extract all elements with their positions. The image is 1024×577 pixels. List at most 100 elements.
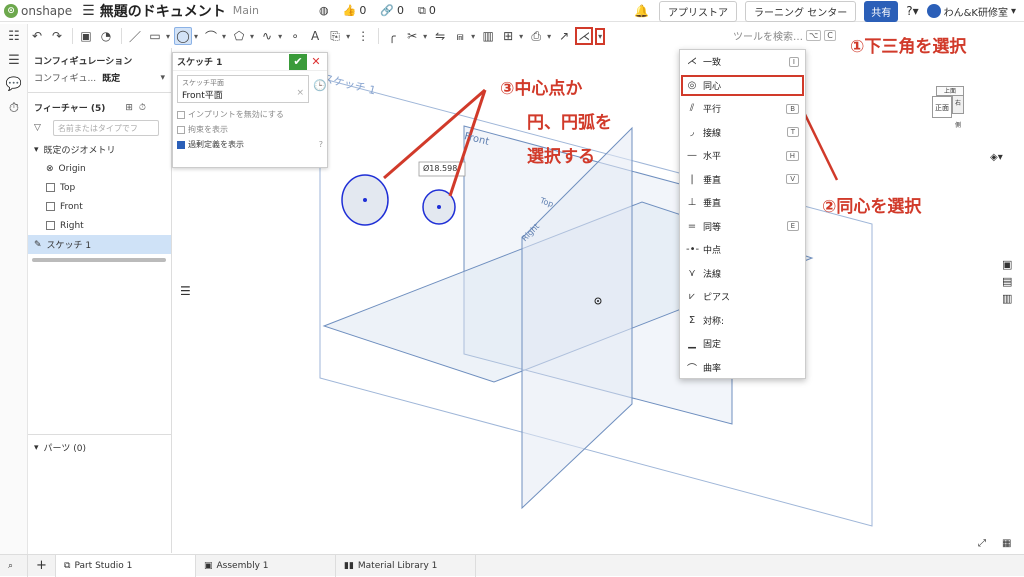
menu-item-horizontal[interactable]: — 水平 H xyxy=(680,144,805,168)
menu-icon[interactable]: ☰ xyxy=(82,3,95,19)
chevron-down-icon[interactable]: ▾ xyxy=(194,32,198,41)
feature-list-toggle-icon[interactable]: ☰ xyxy=(180,284,191,298)
disable-imprint-checkbox[interactable]: インプリントを無効にする xyxy=(173,107,327,122)
comment-icon[interactable]: 💬 xyxy=(0,72,28,96)
fillet-tool-icon[interactable]: ╭ xyxy=(383,27,401,45)
add-folder-icon[interactable]: ⊞ xyxy=(125,103,133,113)
document-title[interactable]: 無題のドキュメント xyxy=(100,1,226,21)
scrollbar[interactable] xyxy=(32,258,166,262)
chevron-down-icon[interactable]: ▾ xyxy=(278,32,282,41)
view-mode-icon[interactable]: ▦ xyxy=(1002,538,1011,549)
globe-icon[interactable]: ◍ xyxy=(319,4,329,17)
menu-item-perpendicular[interactable]: ⊥ 垂直 xyxy=(680,191,805,215)
chevron-down-icon[interactable]: ▾ xyxy=(250,32,254,41)
menu-item-midpoint[interactable]: -•- 中点 xyxy=(680,238,805,262)
clear-icon[interactable]: × xyxy=(296,88,304,98)
show-overdefined-checkbox[interactable]: 過剰定義を表示? xyxy=(173,137,327,152)
chevron-down-icon[interactable]: ▾ xyxy=(166,32,170,41)
circle-center-point[interactable] xyxy=(363,198,367,202)
paste-tool-icon[interactable]: ◔ xyxy=(97,27,115,45)
tree-item-top[interactable]: Top xyxy=(28,178,171,197)
construction-tool-icon[interactable]: ⎘ xyxy=(326,27,344,45)
sketch-plane-field[interactable]: スケッチ平面 Front平面 × xyxy=(177,75,309,103)
view-cube[interactable]: 正面 右側 上面 xyxy=(924,82,974,132)
polygon-tool-icon[interactable]: ⬠ xyxy=(230,27,248,45)
point-tool-icon[interactable]: ∘ xyxy=(286,27,304,45)
close-icon[interactable]: ✕ xyxy=(309,55,323,68)
onshape-logo[interactable]: ⊙ onshape xyxy=(4,3,72,18)
menu-item-normal[interactable]: ⋎ 法線 xyxy=(680,262,805,286)
tab-material-library[interactable]: ▮▮ Material Library 1 xyxy=(336,554,476,577)
help-icon[interactable]: ?▾ xyxy=(906,4,918,18)
tree-item-front[interactable]: Front xyxy=(28,197,171,216)
text-tool-icon[interactable]: A xyxy=(306,27,324,45)
configuration-select[interactable]: 既定 xyxy=(102,71,120,84)
zoom-fit-icon[interactable]: ⤢ xyxy=(978,538,986,549)
constraint-tool-icon[interactable]: ⋌ xyxy=(575,27,594,45)
chevron-down-icon[interactable]: ▾ xyxy=(34,145,39,155)
tree-item-origin[interactable]: ⊗ Origin xyxy=(28,159,171,178)
rollback-icon[interactable]: ⏱ xyxy=(139,103,146,113)
chevron-down-icon[interactable]: ▾ xyxy=(471,32,475,41)
menu-item-fix[interactable]: ▁ 固定 xyxy=(680,332,805,356)
chevron-down-icon[interactable]: ▾ xyxy=(346,32,350,41)
tab-assembly[interactable]: ▣ Assembly 1 xyxy=(196,554,336,577)
feature-list-icon[interactable]: ☷ xyxy=(0,24,28,48)
chevron-down-icon[interactable]: ▾ xyxy=(519,32,523,41)
tree-item-right[interactable]: Right xyxy=(28,216,171,235)
redo-icon[interactable]: ↷ xyxy=(48,27,66,45)
view-cube-front[interactable]: 正面 xyxy=(932,96,952,118)
menu-item-pierce[interactable]: ⩗ ピアス xyxy=(680,285,805,309)
view-cube-top[interactable]: 上面 xyxy=(936,86,964,96)
pattern-tool-icon[interactable]: ▥ xyxy=(479,27,497,45)
line-tool-icon[interactable]: ／ xyxy=(126,27,144,45)
tool-search[interactable]: ツールを検索… ⌥ C xyxy=(733,28,836,43)
search-tabs-icon[interactable]: ⌕ xyxy=(0,554,28,577)
circle-tool-icon[interactable]: ◯ xyxy=(174,27,193,45)
history-icon[interactable]: ⏱ xyxy=(0,96,28,120)
parts-list-icon[interactable]: ☰ xyxy=(0,48,28,72)
filter-icon[interactable]: ▽ xyxy=(34,123,41,133)
copies-count[interactable]: ⧉ 0 xyxy=(418,4,436,18)
help-icon[interactable]: ? xyxy=(319,140,323,149)
feature-search-input[interactable]: 名前またはタイプでフ xyxy=(52,120,159,136)
menu-item-curvature[interactable]: ⌒ 曲率 xyxy=(680,356,805,380)
section-view-icon[interactable]: ▤ xyxy=(1002,275,1020,288)
spline-tool-icon[interactable]: ∿ xyxy=(258,27,276,45)
clock-icon[interactable]: 🕒 xyxy=(313,79,327,92)
view-options-icon[interactable]: ◈▾ xyxy=(990,152,1003,163)
menu-item-coincident[interactable]: ⋌ 一致 I xyxy=(680,50,805,74)
menu-item-tangent[interactable]: ◞ 接線 T xyxy=(680,121,805,145)
chevron-down-icon[interactable]: ▾ xyxy=(34,443,39,453)
dxf-import-icon[interactable]: ⎙ xyxy=(527,27,545,45)
chevron-down-icon[interactable]: ▾ xyxy=(547,32,551,41)
show-constraints-checkbox[interactable]: 拘束を表示 xyxy=(173,122,327,137)
offset-tool-icon[interactable]: ⇋ xyxy=(431,27,449,45)
learning-center-button[interactable]: ラーニング センター xyxy=(745,0,857,22)
circle-center-point[interactable] xyxy=(437,205,441,209)
display-cube-icon[interactable]: ▣ xyxy=(1002,258,1020,271)
undo-icon[interactable]: ↶ xyxy=(28,27,46,45)
chevron-down-icon[interactable]: ▾ xyxy=(222,32,226,41)
menu-item-concentric[interactable]: ◎ 同心 xyxy=(680,74,805,98)
copy-tool-icon[interactable]: ▣ xyxy=(77,27,95,45)
menu-item-symmetric[interactable]: Σ 対称: xyxy=(680,309,805,333)
menu-item-parallel[interactable]: ⫽ 平行 B xyxy=(680,97,805,121)
dimension-tool-icon[interactable]: ↗ xyxy=(555,27,573,45)
midpoint-line-icon[interactable]: ⋮ xyxy=(354,27,372,45)
menu-item-vertical[interactable]: | 垂直 V xyxy=(680,168,805,192)
mirror-tool-icon[interactable]: ⩎ xyxy=(451,27,469,45)
tab-part-studio[interactable]: ⧉ Part Studio 1 xyxy=(56,554,196,577)
app-store-button[interactable]: アプリストア xyxy=(659,0,738,22)
arc-tool-icon[interactable]: ⌒ xyxy=(202,27,220,45)
confirm-check-icon[interactable]: ✔ xyxy=(289,53,307,70)
menu-item-equal[interactable]: = 同等 E xyxy=(680,215,805,239)
user-menu[interactable]: わん&K研修室 ▾ xyxy=(926,4,1016,19)
measure-icon[interactable]: ▥ xyxy=(1002,292,1020,305)
chevron-down-icon[interactable]: ▾ xyxy=(423,32,427,41)
configuration-row[interactable]: コンフィギュ... 既定 ▾ xyxy=(28,69,171,86)
share-button[interactable]: 共有 xyxy=(864,0,899,22)
tree-item-sketch1[interactable]: ✎ スケッチ 1 xyxy=(28,235,171,254)
grid-pattern-icon[interactable]: ⊞ xyxy=(499,27,517,45)
rectangle-tool-icon[interactable]: ▭ xyxy=(146,27,164,45)
